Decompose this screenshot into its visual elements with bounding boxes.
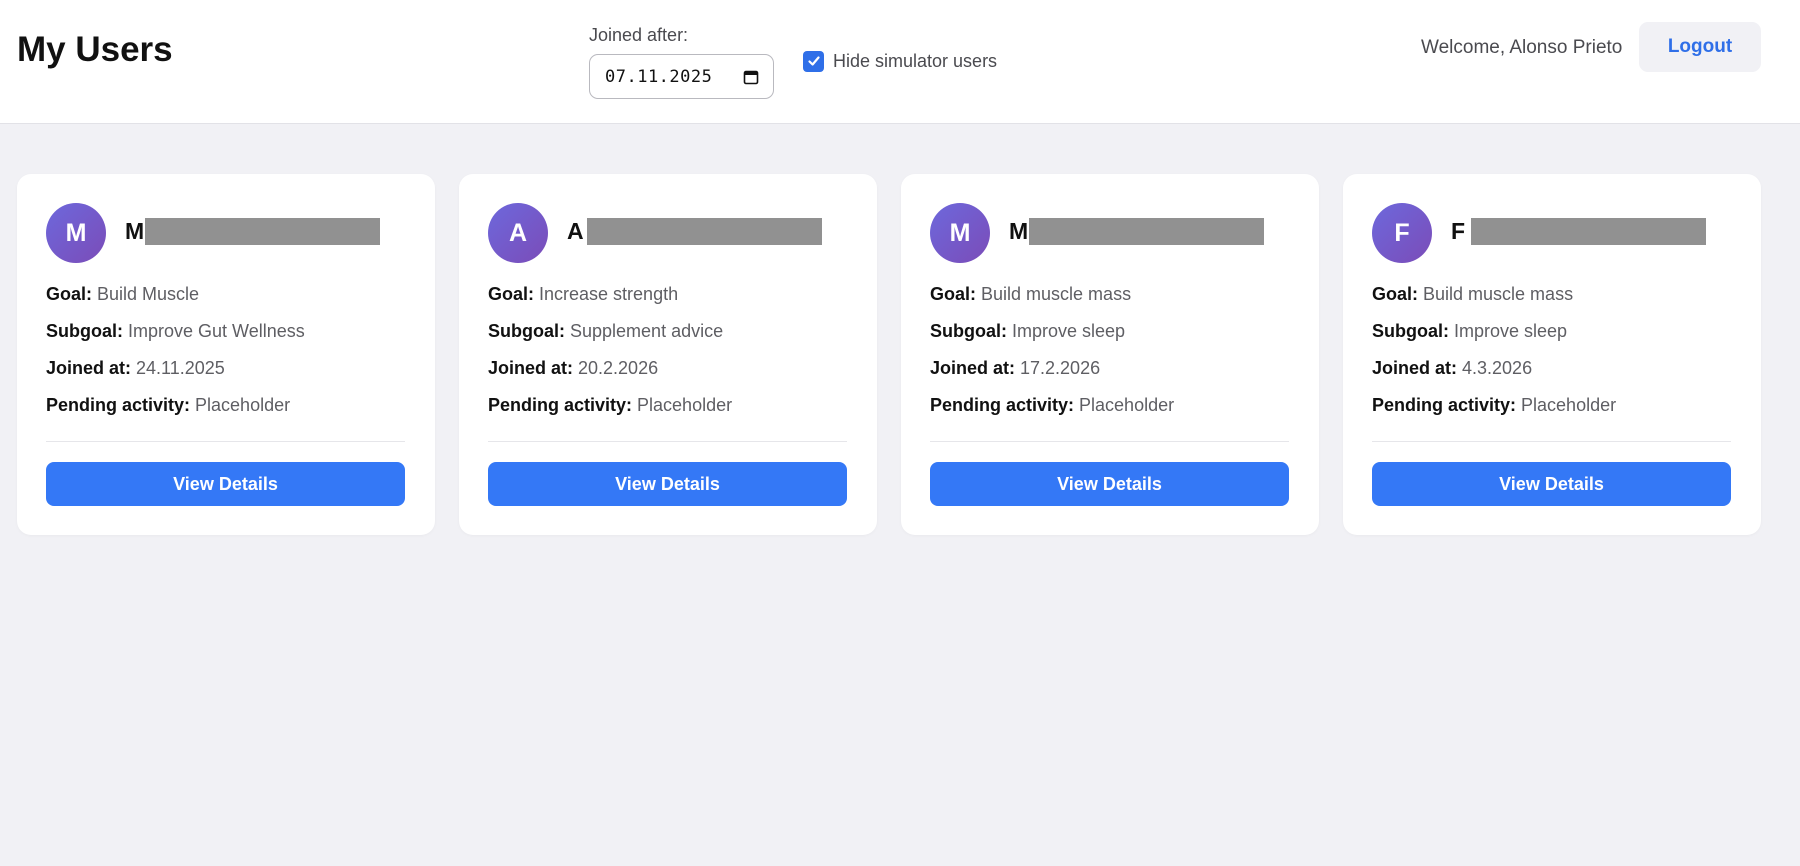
goal-row: Goal: Build muscle mass — [1372, 284, 1573, 305]
pending-value: Placeholder — [637, 395, 733, 415]
avatar: A — [488, 203, 548, 263]
subgoal-value: Supplement advice — [570, 321, 724, 341]
goal-row: Goal: Build muscle mass — [930, 284, 1131, 305]
user-card: A A Goal: Increase strength Subgoal: Suppl… — [459, 174, 877, 535]
hide-simulator-checkbox[interactable] — [803, 50, 824, 72]
pending-label: Pending activity: — [46, 395, 191, 415]
joined-value: 4.3.2026 — [1462, 358, 1533, 378]
pending-value: Placeholder — [195, 395, 291, 415]
calendar-icon[interactable] — [743, 69, 759, 85]
page-title: My Users — [17, 30, 173, 69]
pending-row: Pending activity: Placeholder — [488, 395, 732, 416]
goal-value: Build muscle mass — [1423, 284, 1574, 304]
joined-row: Joined at: 17.2.2026 — [930, 358, 1100, 379]
redaction-bar — [587, 218, 822, 245]
user-name: M — [1009, 218, 1029, 244]
goal-value: Build muscle mass — [981, 284, 1132, 304]
goal-label: Goal: — [930, 284, 977, 304]
subgoal-row: Subgoal: Supplement advice — [488, 321, 723, 342]
goal-label: Goal: — [488, 284, 535, 304]
avatar: M — [46, 203, 106, 263]
card-divider — [930, 441, 1289, 442]
goal-label: Goal: — [1372, 284, 1419, 304]
subgoal-value: Improve sleep — [1012, 321, 1126, 341]
joined-value: 24.11.2025 — [136, 358, 225, 378]
user-cards: M M Goal: Build Muscle Subgoal: Improve Gu… — [17, 174, 1761, 535]
pending-value: Placeholder — [1521, 395, 1617, 415]
user-name: M — [125, 218, 145, 244]
joined-label: Joined at: — [46, 358, 132, 378]
user-name: F — [1451, 218, 1466, 244]
pending-label: Pending activity: — [1372, 395, 1517, 415]
subgoal-label: Subgoal: — [488, 321, 565, 341]
joined-after-label: Joined after: — [589, 25, 689, 45]
redaction-bar — [1471, 218, 1706, 245]
top-header: My Users Joined after: 07.11.2025 Hide s… — [0, 0, 1800, 124]
joined-label: Joined at: — [1372, 358, 1458, 378]
joined-after-date-input[interactable]: 07.11.2025 — [589, 54, 774, 99]
subgoal-row: Subgoal: Improve Gut Wellness — [46, 321, 305, 342]
avatar: M — [930, 203, 990, 263]
avatar: F — [1372, 203, 1432, 263]
pending-row: Pending activity: Placeholder — [930, 395, 1174, 416]
subgoal-value: Improve sleep — [1454, 321, 1568, 341]
goal-row: Goal: Build Muscle — [46, 284, 199, 305]
checkmark-icon — [807, 56, 820, 66]
goal-value: Build Muscle — [97, 284, 200, 304]
hide-simulator-label: Hide simulator users — [833, 50, 998, 71]
subgoal-label: Subgoal: — [46, 321, 123, 341]
user-card: M M Goal: Build Muscle Subgoal: Improve Gu… — [17, 174, 435, 535]
user-name: A — [567, 218, 584, 244]
view-details-button[interactable]: View Details — [488, 462, 847, 506]
view-details-button[interactable]: View Details — [46, 462, 405, 506]
redaction-bar — [1029, 218, 1264, 245]
joined-row: Joined at: 4.3.2026 — [1372, 358, 1532, 379]
card-divider — [1372, 441, 1731, 442]
logout-button[interactable]: Logout — [1639, 22, 1761, 72]
subgoal-row: Subgoal: Improve sleep — [1372, 321, 1567, 342]
card-divider — [488, 441, 847, 442]
pending-row: Pending activity: Placeholder — [1372, 395, 1616, 416]
pending-row: Pending activity: Placeholder — [46, 395, 290, 416]
joined-label: Joined at: — [488, 358, 574, 378]
joined-value: 17.2.2026 — [1020, 358, 1101, 378]
pending-value: Placeholder — [1079, 395, 1175, 415]
pending-label: Pending activity: — [930, 395, 1075, 415]
joined-label: Joined at: — [930, 358, 1016, 378]
user-card: F F Goal: Build muscle mass Subgoal: Impro… — [1343, 174, 1761, 535]
pending-label: Pending activity: — [488, 395, 633, 415]
card-divider — [46, 441, 405, 442]
hide-simulator-toggle[interactable]: Hide simulator users — [803, 50, 997, 72]
redaction-bar — [145, 218, 380, 245]
goal-row: Goal: Increase strength — [488, 284, 678, 305]
date-value: 07.11.2025 — [605, 66, 713, 87]
goal-label: Goal: — [46, 284, 93, 304]
subgoal-label: Subgoal: — [1372, 321, 1449, 341]
user-card: M M Goal: Build muscle mass Subgoal: Impro… — [901, 174, 1319, 535]
joined-row: Joined at: 20.2.2026 — [488, 358, 658, 379]
subgoal-label: Subgoal: — [930, 321, 1007, 341]
welcome-text: Welcome, Alonso Prieto — [1421, 37, 1623, 58]
joined-row: Joined at: 24.11.2025 — [46, 358, 225, 379]
subgoal-row: Subgoal: Improve sleep — [930, 321, 1125, 342]
joined-value: 20.2.2026 — [578, 358, 659, 378]
view-details-button[interactable]: View Details — [1372, 462, 1731, 506]
subgoal-value: Improve Gut Wellness — [128, 321, 305, 341]
goal-value: Increase strength — [539, 284, 679, 304]
view-details-button[interactable]: View Details — [930, 462, 1289, 506]
